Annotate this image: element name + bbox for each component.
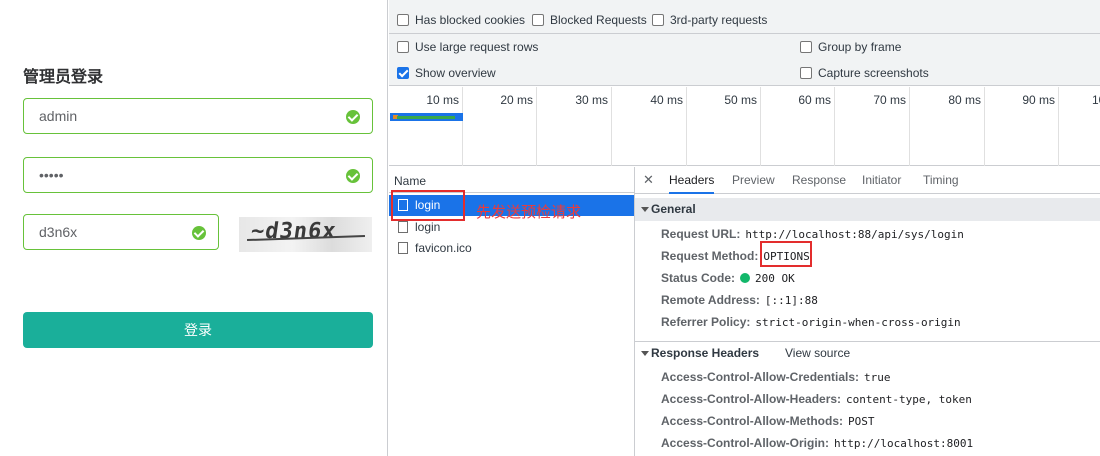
checkbox-icon[interactable] [800, 41, 812, 53]
option-label: Group by frame [818, 40, 902, 54]
tab-initiator[interactable]: Initiator [862, 167, 901, 194]
divider [389, 33, 1100, 34]
captcha-field[interactable]: d3n6x [23, 214, 219, 250]
show-overview-option[interactable]: Show overview [397, 66, 496, 80]
expand-triangle-icon [641, 351, 649, 356]
password-value: ••••• [39, 167, 64, 183]
captcha-value: d3n6x [39, 224, 78, 240]
username-field[interactable]: admin [23, 98, 373, 134]
response-header-row: Access-Control-Allow-Credentials: true [661, 370, 891, 384]
status-code-row: Status Code: 200 OK [661, 271, 795, 285]
has-blocked-cookies-option[interactable]: Has blocked cookies [397, 13, 525, 27]
option-label: Show overview [415, 66, 496, 80]
request-name: favicon.ico [415, 241, 472, 255]
large-rows-option[interactable]: Use large request rows [397, 40, 538, 54]
checkbox-icon[interactable] [652, 14, 664, 26]
annotation-highlight-box [760, 241, 812, 267]
capture-screenshots-option[interactable]: Capture screenshots [800, 66, 929, 80]
timeline-request-bar [390, 113, 463, 121]
check-circle-icon [346, 169, 360, 183]
request-row-favicon[interactable]: favicon.ico [389, 238, 634, 259]
checkbox-checked-icon[interactable] [397, 67, 409, 79]
check-circle-icon [346, 110, 360, 124]
document-icon [398, 221, 408, 233]
response-header-row: Access-Control-Allow-Origin: http://loca… [661, 436, 974, 450]
timeline-tick: 60 ms [761, 87, 835, 166]
response-headers-section-header[interactable]: Response Headers View source [635, 341, 1100, 364]
tab-preview[interactable]: Preview [732, 167, 775, 194]
timeline-tick: 10 ms [389, 87, 463, 166]
tab-response[interactable]: Response [792, 167, 846, 194]
request-name: login [415, 220, 441, 234]
option-label: Use large request rows [415, 40, 539, 54]
username-value: admin [39, 108, 78, 124]
request-list: Name login login favicon.ico 先发送预检请求 [389, 167, 635, 456]
login-title: 管理员登录 [23, 69, 104, 86]
timeline-tick: 90 ms [985, 87, 1059, 166]
password-field[interactable]: ••••• [23, 157, 373, 193]
third-party-requests-option[interactable]: 3rd-party requests [652, 13, 767, 27]
expand-triangle-icon [641, 207, 649, 212]
timeline-overview[interactable]: 10 ms 20 ms 30 ms 40 ms 50 ms 60 ms 70 m… [389, 87, 1100, 166]
timeline-tick: 40 ms [612, 87, 687, 166]
response-header-row: Access-Control-Allow-Methods: POST [661, 414, 875, 428]
general-section-header[interactable]: General [635, 198, 1100, 221]
option-label: Has blocked cookies [415, 13, 526, 27]
timeline-tick: 70 ms [835, 87, 910, 166]
remote-address-row: Remote Address: [::1]:88 [661, 293, 818, 307]
referrer-policy-row: Referrer Policy: strict-origin-when-cros… [661, 315, 961, 329]
request-detail-pane: ✕ Headers Preview Response Initiator Tim… [635, 167, 1100, 456]
devtools-network-panel: Has blocked cookies Blocked Requests 3rd… [389, 0, 1100, 456]
timeline-tick: 20 ms [463, 87, 537, 166]
checkbox-icon[interactable] [532, 14, 544, 26]
annotation-highlight-box [391, 190, 465, 221]
option-label: 3rd-party requests [670, 13, 768, 27]
timeline-tick: 80 ms [910, 87, 985, 166]
document-icon [398, 242, 408, 254]
captcha-image[interactable]: ~d3n6x [239, 217, 372, 252]
timeline-tick: 50 ms [687, 87, 761, 166]
detail-tabs: ✕ Headers Preview Response Initiator Tim… [635, 167, 1100, 194]
group-by-frame-option[interactable]: Group by frame [800, 40, 901, 54]
tab-timing[interactable]: Timing [923, 167, 959, 194]
status-ok-icon [740, 273, 751, 283]
option-label: Capture screenshots [818, 66, 929, 80]
option-label: Blocked Requests [550, 13, 647, 27]
checkbox-icon[interactable] [397, 14, 409, 26]
response-header-row: Access-Control-Allow-Headers: content-ty… [661, 392, 972, 406]
network-options-bar: Has blocked cookies Blocked Requests 3rd… [389, 0, 1100, 86]
checkbox-icon[interactable] [397, 41, 409, 53]
login-panel: 管理员登录 admin ••••• d3n6x ~d3n6x 登录 [0, 0, 388, 456]
checkbox-icon[interactable] [800, 67, 812, 79]
request-url-row: Request URL: http://localhost:88/api/sys… [661, 227, 964, 241]
close-icon[interactable]: ✕ [643, 173, 654, 187]
view-source-link[interactable]: View source [785, 342, 850, 365]
annotation-text: 先发送预检请求 [476, 204, 582, 221]
blocked-requests-option[interactable]: Blocked Requests [532, 13, 647, 27]
timeline-tick: 10 [1092, 93, 1100, 107]
login-button[interactable]: 登录 [23, 312, 373, 348]
timeline-tick: 30 ms [537, 87, 612, 166]
tab-headers[interactable]: Headers [669, 167, 715, 194]
check-circle-icon [192, 226, 206, 240]
